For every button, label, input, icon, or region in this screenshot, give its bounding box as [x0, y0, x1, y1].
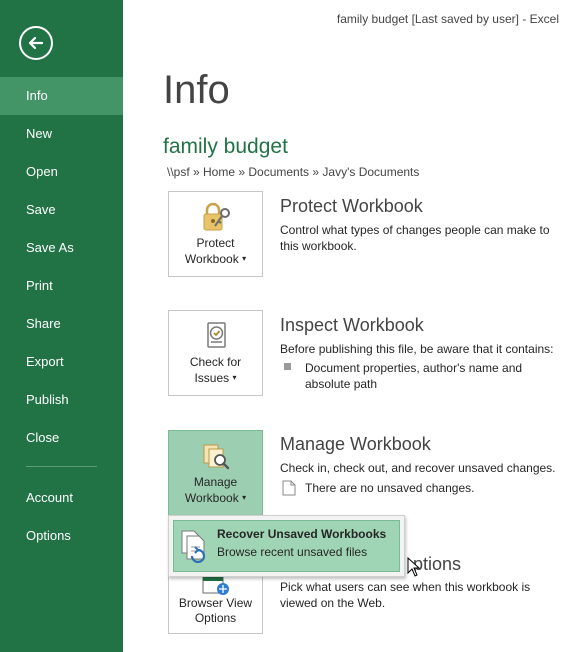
nav-item-save-as[interactable]: Save As — [0, 229, 123, 267]
nav-item-save[interactable]: Save — [0, 191, 123, 229]
nav-item-close[interactable]: Close — [0, 419, 123, 457]
nav-item-open[interactable]: Open — [0, 153, 123, 191]
inspect-bullet-text: Document properties, author's name and a… — [305, 361, 523, 391]
lock-key-icon — [203, 202, 230, 231]
recover-unsaved-workbooks-item[interactable]: Recover Unsaved Workbooks Browse recent … — [173, 520, 400, 572]
inspect-workbook-description: Before publishing this file, be aware th… — [280, 342, 554, 356]
document-recover-icon — [181, 530, 206, 563]
browser-globe-icon — [202, 576, 229, 595]
protect-workbook-button[interactable]: Protect Workbook ▾ — [168, 191, 263, 277]
protect-workbook-description: Control what types of changes people can… — [280, 223, 550, 253]
recover-unsaved-subtitle: Browse recent unsaved files — [217, 545, 368, 559]
protect-workbook-heading: Protect Workbook — [280, 196, 423, 216]
manage-workbook-description: Check in, check out, and recover unsaved… — [280, 461, 556, 475]
backstage-sidebar: Info New Open Save Save As Print Share E… — [0, 0, 123, 652]
manage-workbook-dropdown: Recover Unsaved Workbooks Browse recent … — [168, 515, 405, 577]
nav-item-share[interactable]: Share — [0, 305, 123, 343]
document-path[interactable]: \\psf » Home » Documents » Javy's Docume… — [167, 165, 419, 179]
nav-item-export[interactable]: Export — [0, 343, 123, 381]
documents-magnifier-icon — [203, 444, 230, 470]
check-for-issues-label: Check for Issues ▾ — [189, 355, 242, 385]
window-title: family budget [Last saved by user] - Exc… — [336, 12, 559, 26]
inspect-workbook-heading: Inspect Workbook — [280, 315, 424, 335]
nav-item-publish[interactable]: Publish — [0, 381, 123, 419]
protect-workbook-label: Protect Workbook ▾ — [184, 236, 247, 266]
nav-item-print[interactable]: Print — [0, 267, 123, 305]
checklist-document-icon — [207, 322, 226, 348]
info-pane: family budget [Last saved by user] - Exc… — [123, 0, 581, 652]
recover-unsaved-title: Recover Unsaved Workbooks — [217, 527, 387, 541]
document-name: family budget — [163, 135, 288, 158]
nav-item-options[interactable]: Options — [0, 517, 123, 555]
document-icon — [282, 480, 296, 496]
nav-divider — [26, 466, 97, 467]
dropdown-caret-icon: ▾ — [242, 254, 247, 263]
page-title: Info — [163, 68, 230, 112]
browser-view-options-label: Browser View Options — [178, 596, 253, 625]
back-button[interactable] — [19, 26, 53, 60]
manage-status-text: There are no unsaved changes. — [305, 481, 475, 495]
nav-item-info[interactable]: Info — [0, 77, 123, 115]
manage-workbook-heading: Manage Workbook — [280, 434, 431, 454]
nav-item-new[interactable]: New — [0, 115, 123, 153]
nav-item-account[interactable]: Account — [0, 479, 123, 517]
dropdown-caret-icon: ▾ — [242, 493, 247, 502]
back-arrow-icon — [28, 36, 44, 50]
manage-workbook-button[interactable]: Manage Workbook ▾ — [168, 430, 263, 516]
mouse-cursor-icon — [407, 557, 421, 577]
manage-workbook-label: Manage Workbook ▾ — [184, 475, 247, 505]
check-for-issues-button[interactable]: Check for Issues ▾ — [168, 310, 263, 396]
dropdown-caret-icon: ▾ — [232, 373, 237, 382]
bullet-icon — [284, 363, 291, 370]
browser-view-options-description: Pick what users can see when this workbo… — [280, 580, 531, 610]
